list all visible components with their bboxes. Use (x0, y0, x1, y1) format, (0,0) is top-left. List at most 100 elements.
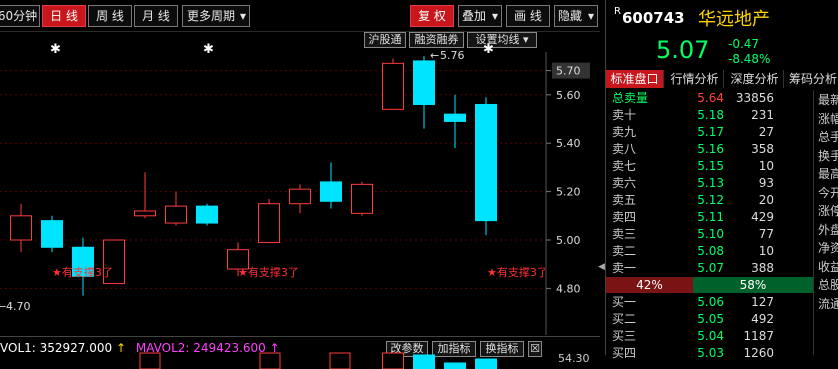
bid-row[interactable]: 买三 5.04 1187 (606, 328, 816, 344)
stat-label: 净资 (818, 241, 838, 255)
stat-label: 最新 (818, 93, 838, 107)
bid-price: 5.03 (697, 346, 724, 360)
bid-volume: 1260 (743, 346, 774, 360)
y-tick-label: 5.70 (556, 65, 581, 78)
ask-price: 5.11 (697, 210, 724, 224)
ask-row[interactable]: 卖五 5.12 20 (606, 192, 816, 208)
hide-dropdown[interactable]: 隐藏 ▾ (554, 5, 598, 27)
ask-price: 5.10 (697, 227, 724, 241)
candle-body (258, 203, 280, 243)
candle-body (320, 181, 342, 202)
candle-body (10, 215, 32, 241)
bid-volume: 1187 (743, 329, 774, 343)
ask-row[interactable]: 卖七 5.15 10 (606, 158, 816, 174)
high-price-label: 5.76 (440, 49, 465, 62)
bid-row[interactable]: 买四 5.03 1260 (606, 345, 816, 361)
ask-price: 5.17 (697, 125, 724, 139)
daily-label: 日 线 (50, 9, 78, 23)
ask-row[interactable]: 卖六 5.13 93 (606, 175, 816, 191)
y-tick-label: 5.20 (556, 186, 581, 199)
y-tick-label: 5.00 (556, 234, 581, 247)
ask-row[interactable]: 卖二 5.08 10 (606, 243, 816, 259)
ask-price: 5.16 (697, 142, 724, 156)
stat-label: 涨停 (818, 204, 838, 218)
vol-scale-label: 54.30 (558, 352, 590, 365)
ask-volume: 388 (751, 261, 774, 275)
monthly-label: 月 线 (142, 9, 170, 23)
bid-row[interactable]: 买二 5.05 492 (606, 311, 816, 327)
ask-label: 卖三 (612, 227, 637, 241)
bid-price: 5.05 (697, 312, 724, 326)
margin-trading-label: 融资融券 (414, 33, 459, 46)
candle-body (196, 205, 218, 224)
hk-connect-button[interactable]: 沪股通 (364, 32, 406, 48)
stat-label: 流通 (818, 296, 838, 311)
ask-label: 卖六 (612, 176, 637, 190)
marker-star-icon: ✱ (50, 42, 61, 57)
ask-price: 5.13 (697, 176, 724, 190)
period-60min-button[interactable]: 60分钟 (0, 5, 40, 27)
volume-bar (382, 352, 404, 369)
hide-label: 隐藏 (558, 9, 583, 23)
total-sell-volume: 33856 (735, 91, 774, 105)
ask-row[interactable]: 卖一 5.07 388 (606, 260, 816, 276)
total-sell-row[interactable]: 总卖量 5.64 33856 (606, 90, 816, 106)
ask-row[interactable]: 卖四 5.11 429 (606, 209, 816, 225)
ask-volume: 93 (758, 176, 774, 190)
collapse-arrow-icon[interactable]: ◀ (598, 262, 605, 272)
low-price-label: 4.70 (6, 300, 31, 313)
marker-star-icon: ✱ (483, 42, 494, 57)
bid-label: 买二 (612, 312, 637, 326)
ask-row[interactable]: 卖三 5.10 77 (606, 226, 816, 242)
ask-price: 5.12 (697, 193, 724, 207)
margin-trading-button[interactable]: 融资融券 (409, 32, 464, 48)
ask-volume: 429 (751, 210, 774, 224)
column-divider (813, 90, 814, 355)
ask-price: 5.07 (697, 261, 724, 275)
restore-rights-button[interactable]: 复 权 (410, 5, 454, 27)
candle-body (165, 205, 187, 224)
monthly-button[interactable]: 月 线 (134, 5, 178, 27)
bid-row[interactable]: 买一 5.06 127 (606, 294, 816, 310)
bid-label: 买四 (612, 346, 637, 360)
bid-label: 买一 (612, 295, 637, 309)
stat-label: 最高 (818, 167, 838, 181)
draw-line-button[interactable]: 画 线 (506, 5, 550, 27)
overlay-dropdown[interactable]: 叠加 ▾ (458, 5, 502, 27)
support-text: 有支撑3了 (496, 266, 545, 279)
volume-bars (139, 352, 497, 369)
total-sell-label: 总卖量 (612, 91, 649, 105)
high-arrow: ← (430, 49, 439, 62)
ask-row[interactable]: 卖九 5.17 27 (606, 124, 816, 140)
weekly-button[interactable]: 周 线 (88, 5, 132, 27)
order-book: 总卖量 5.64 33856 卖十 5.18 231 卖九 5.17 27 卖八 5.16 358 卖七… (606, 0, 816, 360)
candle-body (413, 60, 435, 105)
kline-chart[interactable]: 5.70 5.60 5.40 5.20 5.00 4.80 5.76 ← 4.70 ← 沪股通 融… (0, 32, 600, 335)
stat-label: 外盘 (818, 222, 838, 237)
ask-row[interactable]: 卖八 5.16 358 (606, 141, 816, 157)
bid-label: 买三 (612, 329, 637, 343)
ask-label: 卖二 (612, 244, 637, 258)
support-text: 有支撑3了 (247, 266, 299, 279)
ask-price: 5.18 (697, 108, 724, 122)
ask-row[interactable]: 卖十 5.18 231 (606, 107, 816, 123)
volume-bar (329, 352, 351, 369)
ma-settings-dropdown[interactable]: 设置均线 ▾ (467, 32, 537, 48)
daily-button[interactable]: 日 线 (42, 5, 86, 27)
ask-label: 卖七 (612, 159, 637, 173)
bid-volume: 492 (751, 312, 774, 326)
chevron-down-icon: ▾ (239, 9, 246, 23)
stat-label: 收益 (818, 259, 838, 274)
buy-ratio-label: 58% (739, 278, 767, 292)
bid-price: 5.06 (697, 295, 724, 309)
chevron-down-icon: ▾ (522, 33, 529, 46)
candle-body (351, 183, 373, 214)
more-periods-label: 更多周期 (187, 9, 236, 23)
ask-price: 5.08 (697, 244, 724, 258)
more-periods-dropdown[interactable]: 更多周期 ▾ (182, 5, 250, 27)
low-arrow: ← (0, 300, 6, 313)
candle-body (41, 220, 63, 248)
ask-label: 卖四 (612, 210, 637, 224)
ask-volume: 27 (758, 125, 774, 139)
stat-label: 今开 (818, 185, 838, 200)
